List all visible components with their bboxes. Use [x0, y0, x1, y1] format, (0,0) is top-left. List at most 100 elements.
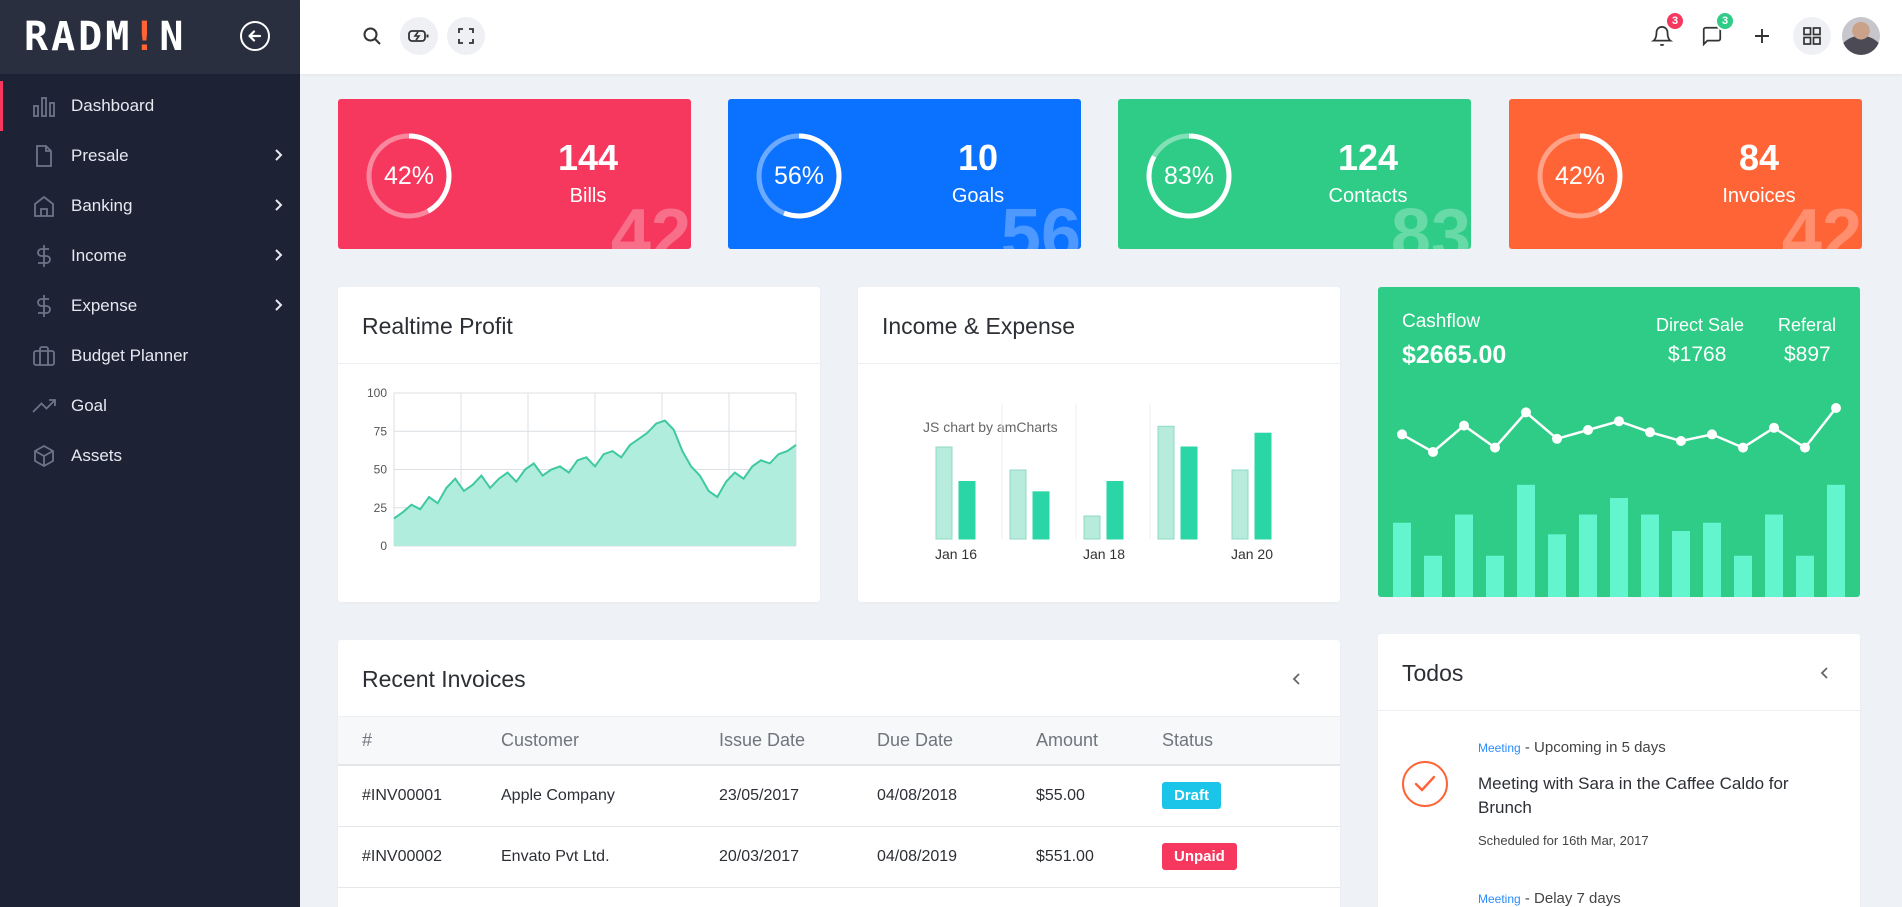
chevron-left-icon[interactable]	[1818, 662, 1830, 689]
sidebar-item-presale[interactable]: Presale	[0, 131, 300, 181]
bar[interactable]	[958, 481, 976, 540]
logo[interactable]: RADM!N	[24, 14, 187, 60]
sidebar-item-label: Expense	[71, 296, 138, 315]
chevron-right-icon	[273, 195, 285, 220]
sidebar-item-goal[interactable]: Goal	[0, 381, 300, 431]
column-header[interactable]: Customer	[501, 717, 719, 766]
sidebar-item-label: Presale	[71, 146, 129, 165]
bar[interactable]	[1486, 555, 1504, 597]
progress-ring: 83%	[1146, 133, 1232, 219]
invoice-id[interactable]: #INV00002	[338, 826, 501, 888]
line-point[interactable]	[1614, 416, 1624, 427]
column-header[interactable]: Due Date	[877, 717, 1036, 766]
sidebar-item-label: Budget Planner	[71, 346, 189, 365]
sidebar-item-budget-planner[interactable]: Budget Planner	[0, 331, 300, 381]
bar[interactable]	[1579, 514, 1597, 598]
bar[interactable]	[1517, 484, 1535, 597]
bar[interactable]	[1254, 432, 1272, 540]
bar[interactable]	[1424, 555, 1442, 597]
sidebar-item-assets[interactable]: Assets	[0, 431, 300, 481]
line-point[interactable]	[1769, 422, 1779, 433]
stat-percent: 42%	[1554, 161, 1606, 190]
bar[interactable]	[1672, 531, 1690, 597]
bar[interactable]	[1641, 514, 1659, 598]
search-icon[interactable]	[353, 17, 391, 55]
chevron-left-icon[interactable]	[1290, 668, 1302, 695]
line-point[interactable]	[1831, 403, 1841, 413]
grid-icon[interactable]	[1793, 17, 1831, 55]
message-icon[interactable]: 3	[1693, 11, 1735, 55]
bar[interactable]	[1083, 515, 1101, 540]
bar[interactable]	[1231, 469, 1249, 540]
panel-title: Todos	[1402, 660, 1464, 686]
progress-ring: 42%	[366, 133, 452, 219]
bar[interactable]	[1610, 498, 1628, 597]
bar[interactable]	[1180, 446, 1198, 540]
check-circle-icon[interactable]	[1402, 761, 1448, 807]
todo-tag[interactable]: Meeting	[1478, 741, 1521, 755]
fullscreen-icon[interactable]	[447, 17, 485, 55]
bar[interactable]	[1703, 522, 1721, 597]
column-header[interactable]: Status	[1162, 717, 1340, 766]
line-point[interactable]	[1800, 442, 1810, 453]
sidebar-item-dashboard[interactable]: Dashboard	[0, 81, 300, 131]
top-bar: 3 3	[300, 0, 1902, 74]
bell-icon[interactable]: 3	[1643, 11, 1685, 55]
column-header[interactable]: Issue Date	[719, 717, 877, 766]
bar[interactable]	[1734, 555, 1752, 597]
bar[interactable]	[1106, 481, 1124, 540]
stat-value: 10	[957, 137, 999, 178]
income-expense-panel: Income & Expense JS chart by amCharts Ja…	[858, 287, 1340, 602]
bar[interactable]	[935, 446, 953, 540]
line-point[interactable]	[1521, 407, 1531, 418]
sidebar-collapse-icon[interactable]	[240, 21, 270, 51]
todo-scheduled: Scheduled for 16th Mar, 2017	[1478, 833, 1649, 848]
column-header[interactable]: #	[338, 717, 501, 766]
table-row[interactable]: #INV00002 Envato Pvt Ltd. 20/03/2017 04/…	[338, 826, 1340, 888]
line-point[interactable]	[1738, 442, 1748, 453]
line-point[interactable]	[1397, 429, 1407, 440]
sidebar-item-expense[interactable]: Expense	[0, 281, 300, 331]
dollar-icon	[30, 242, 58, 270]
line-point[interactable]	[1428, 447, 1438, 457]
todo-title[interactable]: Meeting with Sara in the Caffee Caldo fo…	[1478, 772, 1818, 820]
y-tick-label: 50	[374, 463, 388, 477]
plus-icon[interactable]	[1743, 17, 1781, 55]
sidebar-item-income[interactable]: Income	[0, 231, 300, 281]
bar[interactable]	[1796, 555, 1814, 597]
line-point[interactable]	[1645, 427, 1655, 438]
progress-ring: 56%	[756, 133, 842, 219]
bar[interactable]	[1455, 514, 1473, 598]
line-point[interactable]	[1459, 420, 1469, 431]
bar[interactable]	[1032, 491, 1050, 540]
stat-card-invoices: 42% 84 Invoices 42	[1509, 99, 1862, 249]
table-row[interactable]: #INV00001 Apple Company 23/05/2017 04/08…	[338, 765, 1340, 827]
bar[interactable]	[1393, 522, 1411, 597]
line-point[interactable]	[1676, 436, 1686, 446]
bar[interactable]	[1009, 469, 1027, 540]
invoices-table: # Customer Issue Date Due Date Amount St…	[338, 717, 1340, 907]
panel-title: Recent Invoices	[362, 666, 526, 692]
line-point[interactable]	[1490, 442, 1500, 453]
recent-invoices-panel: Recent Invoices # Customer Issue Date Du…	[338, 640, 1340, 907]
sidebar-item-label: Income	[71, 246, 127, 265]
stat-bg-number: 83	[1390, 195, 1471, 249]
realtime-profit-panel: Realtime Profit 100 75 50 25 0	[338, 287, 820, 602]
line-point[interactable]	[1552, 433, 1562, 444]
line-point[interactable]	[1583, 425, 1593, 435]
table-row[interactable]	[338, 887, 1340, 907]
line-point[interactable]	[1707, 429, 1717, 440]
avatar[interactable]	[1842, 17, 1880, 55]
sidebar-item-banking[interactable]: Banking	[0, 181, 300, 231]
column-header[interactable]: Amount	[1036, 717, 1162, 766]
bar[interactable]	[1827, 484, 1845, 597]
bar[interactable]	[1157, 425, 1175, 540]
invoice-customer: Envato Pvt Ltd.	[501, 826, 719, 888]
invoice-id[interactable]: #INV00001	[338, 765, 501, 827]
bar[interactable]	[1548, 534, 1566, 597]
battery-charging-icon[interactable]	[400, 17, 438, 55]
todo-tag[interactable]: Meeting	[1478, 892, 1521, 906]
panel-title: Realtime Profit	[338, 287, 820, 364]
progress-ring: 42%	[1537, 133, 1623, 219]
bar[interactable]	[1765, 514, 1783, 598]
